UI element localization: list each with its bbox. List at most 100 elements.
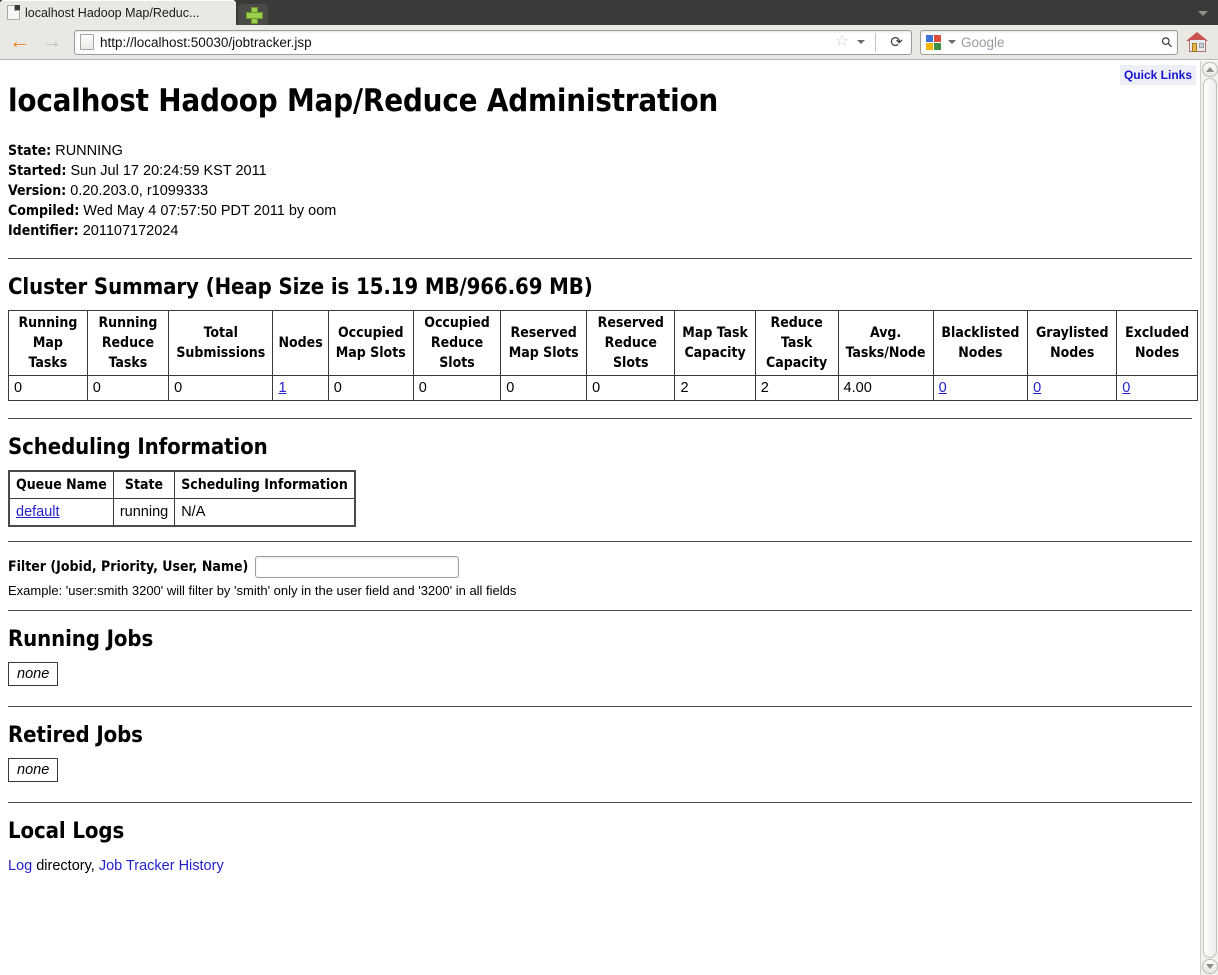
running-jobs-empty: none <box>8 661 59 686</box>
page-content: Quick Links localhost Hadoop Map/Reduce … <box>0 61 1200 975</box>
column-header: Avg. Tasks/Node <box>837 310 934 376</box>
chevron-down-icon[interactable] <box>948 40 956 44</box>
queue-name-cell[interactable]: default <box>8 498 114 526</box>
scroll-up-button[interactable] <box>1202 62 1218 77</box>
home-button[interactable] <box>1182 27 1212 57</box>
column-header: Occupied Reduce Slots <box>412 310 502 376</box>
tab-title: localhost Hadoop Map/Reduc... <box>25 5 200 20</box>
reload-icon[interactable]: ⟳ <box>886 32 907 53</box>
meta-label: Compiled: <box>8 203 80 219</box>
new-tab-button[interactable] <box>238 4 268 25</box>
column-header: Occupied Map Slots <box>327 310 414 376</box>
meta-row-started: Started: Sun Jul 17 20:24:59 KST 2011 <box>8 161 1192 181</box>
column-header: Nodes <box>272 310 329 376</box>
meta-row-version: Version: 0.20.203.0, r1099333 <box>8 181 1192 201</box>
forward-arrow-icon: → <box>41 30 62 53</box>
divider <box>875 32 876 52</box>
url-text: http://localhost:50030/jobtracker.jsp <box>100 34 312 50</box>
back-button[interactable]: ← <box>6 28 34 56</box>
meta-row-state: State: RUNNING <box>8 141 1192 161</box>
queue-link[interactable]: default <box>16 504 60 520</box>
column-header: Reserved Reduce Slots <box>586 310 676 376</box>
table-cell: 0 <box>412 375 502 401</box>
forward-button[interactable]: → <box>38 28 66 56</box>
browser-window: localhost Hadoop Map/Reduc... ← → http:/… <box>0 0 1218 975</box>
search-bar[interactable]: Google ⚲ <box>920 29 1178 55</box>
column-header: Graylisted Nodes <box>1027 310 1118 376</box>
search-input[interactable]: Google <box>961 35 1157 50</box>
tab-active[interactable]: localhost Hadoop Map/Reduc... <box>0 0 236 25</box>
filter-label: Filter (Jobid, Priority, User, Name) <box>8 558 249 575</box>
divider <box>8 418 1192 419</box>
meta-label: State: <box>8 143 52 159</box>
table-cell: 0 <box>86 375 170 401</box>
local-logs-links: Log directory, Job Tracker History <box>8 858 1192 874</box>
table-header-row: Queue Name State Scheduling Information <box>8 470 356 499</box>
divider <box>8 801 1192 803</box>
search-icon[interactable]: ⚲ <box>1157 32 1176 51</box>
scheduling-heading: Scheduling Information <box>8 435 268 460</box>
local-logs-separator: directory, <box>32 857 99 874</box>
bookmark-star-icon[interactable]: ☆ <box>835 34 849 50</box>
scheduling-table: Queue Name State Scheduling Information de… <box>8 470 356 527</box>
job-tracker-history-link[interactable]: Job Tracker History <box>99 858 224 874</box>
table-cell[interactable]: 0 <box>1027 375 1118 401</box>
column-header: Reduce Task Capacity <box>754 310 839 376</box>
table-cell[interactable]: 0 <box>1116 375 1198 401</box>
meta-row-compiled: Compiled: Wed May 4 07:57:50 PDT 2011 by… <box>8 201 1192 221</box>
column-header: Reserved Map Slots <box>500 310 588 376</box>
table-cell: 0 <box>327 375 414 401</box>
scrollbar-thumb[interactable] <box>1203 78 1217 958</box>
log-directory-link[interactable]: Log <box>8 858 32 874</box>
column-header: Scheduling Information <box>174 470 356 499</box>
column-header: Total Submissions <box>168 310 274 376</box>
table-cell[interactable]: 0 <box>932 375 1029 401</box>
chevron-down-icon[interactable] <box>857 40 865 44</box>
plus-icon <box>245 7 263 24</box>
scroll-down-button[interactable] <box>1202 959 1218 974</box>
cell-link[interactable]: 0 <box>939 380 947 396</box>
cell-link[interactable]: 0 <box>1122 380 1130 396</box>
quick-links-link[interactable]: Quick Links <box>1124 68 1192 82</box>
back-arrow-icon: ← <box>9 30 30 53</box>
retired-jobs-heading: Retired Jobs <box>8 722 143 748</box>
divider <box>8 258 1192 259</box>
column-header: Map Task Capacity <box>674 310 756 376</box>
list-all-tabs-button[interactable] <box>1192 4 1214 22</box>
table-cell[interactable]: 1 <box>272 375 329 401</box>
vertical-scrollbar[interactable] <box>1200 61 1218 975</box>
table-row: 0 0 0 1 0 0 0 0 2 2 4.00 0 0 0 <box>8 375 1198 401</box>
table-cell: 0 <box>8 375 88 401</box>
table-row: default running N/A <box>8 498 356 526</box>
chevron-down-icon <box>1198 10 1208 16</box>
filter-row: Filter (Jobid, Priority, User, Name) <box>8 555 1192 578</box>
meta-label: Identifier: <box>8 223 79 239</box>
address-bar[interactable]: http://localhost:50030/jobtracker.jsp ☆ … <box>74 29 912 55</box>
table-cell: 2 <box>754 375 839 401</box>
cluster-summary-table: Running Map Tasks Running Reduce Tasks Tot… <box>8 310 1198 401</box>
meta-row-identifier: Identifier: 201107172024 <box>8 221 1192 241</box>
table-cell: 4.00 <box>837 375 934 401</box>
divider <box>8 609 1192 611</box>
cell-link[interactable]: 1 <box>278 380 286 396</box>
meta-label: Started: <box>8 163 67 179</box>
cell-link[interactable]: 0 <box>1033 380 1041 396</box>
table-cell: 2 <box>674 375 756 401</box>
table-cell: 0 <box>500 375 588 401</box>
running-jobs-heading: Running Jobs <box>8 626 154 652</box>
column-header: State <box>112 470 176 499</box>
queue-info-cell: N/A <box>174 498 356 526</box>
filter-example-text: Example: 'user:smith 3200' will filter b… <box>8 582 517 598</box>
divider <box>8 705 1192 707</box>
local-logs-heading: Local Logs <box>8 818 125 844</box>
column-header: Queue Name <box>8 470 114 499</box>
navigation-toolbar: ← → http://localhost:50030/jobtracker.js… <box>0 25 1218 60</box>
filter-input[interactable] <box>255 555 460 578</box>
google-icon <box>926 34 941 50</box>
queue-state-cell: running <box>112 498 176 526</box>
column-header: Running Reduce Tasks <box>86 310 170 376</box>
page-viewport: Quick Links localhost Hadoop Map/Reduce … <box>0 61 1218 975</box>
column-header: Running Map Tasks <box>8 310 88 376</box>
chevron-up-icon <box>1206 67 1214 72</box>
column-header: Excluded Nodes <box>1116 310 1198 376</box>
